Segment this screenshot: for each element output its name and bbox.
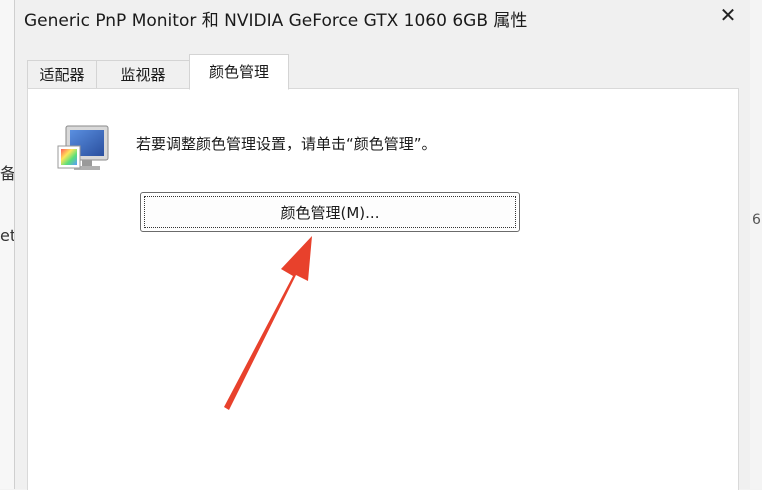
tab-panel-color-management: 若要调整颜色管理设置，请单击“颜色管理”。 颜色管理(M)...	[27, 88, 739, 490]
close-button[interactable]: ✕	[715, 4, 741, 26]
background-window-right	[749, 0, 762, 489]
tab-color-management[interactable]: 颜色管理	[189, 54, 289, 90]
tab-adapter[interactable]: 适配器	[27, 60, 97, 89]
properties-dialog: Generic PnP Monitor 和 NVIDIA GeForce GTX…	[14, 0, 750, 490]
focus-rectangle	[144, 196, 516, 228]
background-text-fragment: 6	[752, 212, 761, 228]
instruction-text: 若要调整颜色管理设置，请单击“颜色管理”。	[136, 135, 437, 153]
color-management-button[interactable]: 颜色管理(M)...	[140, 192, 520, 232]
tab-monitor[interactable]: 监视器	[96, 60, 190, 89]
color-monitor-icon	[57, 125, 109, 170]
dialog-title: Generic PnP Monitor 和 NVIDIA GeForce GTX…	[24, 11, 528, 31]
